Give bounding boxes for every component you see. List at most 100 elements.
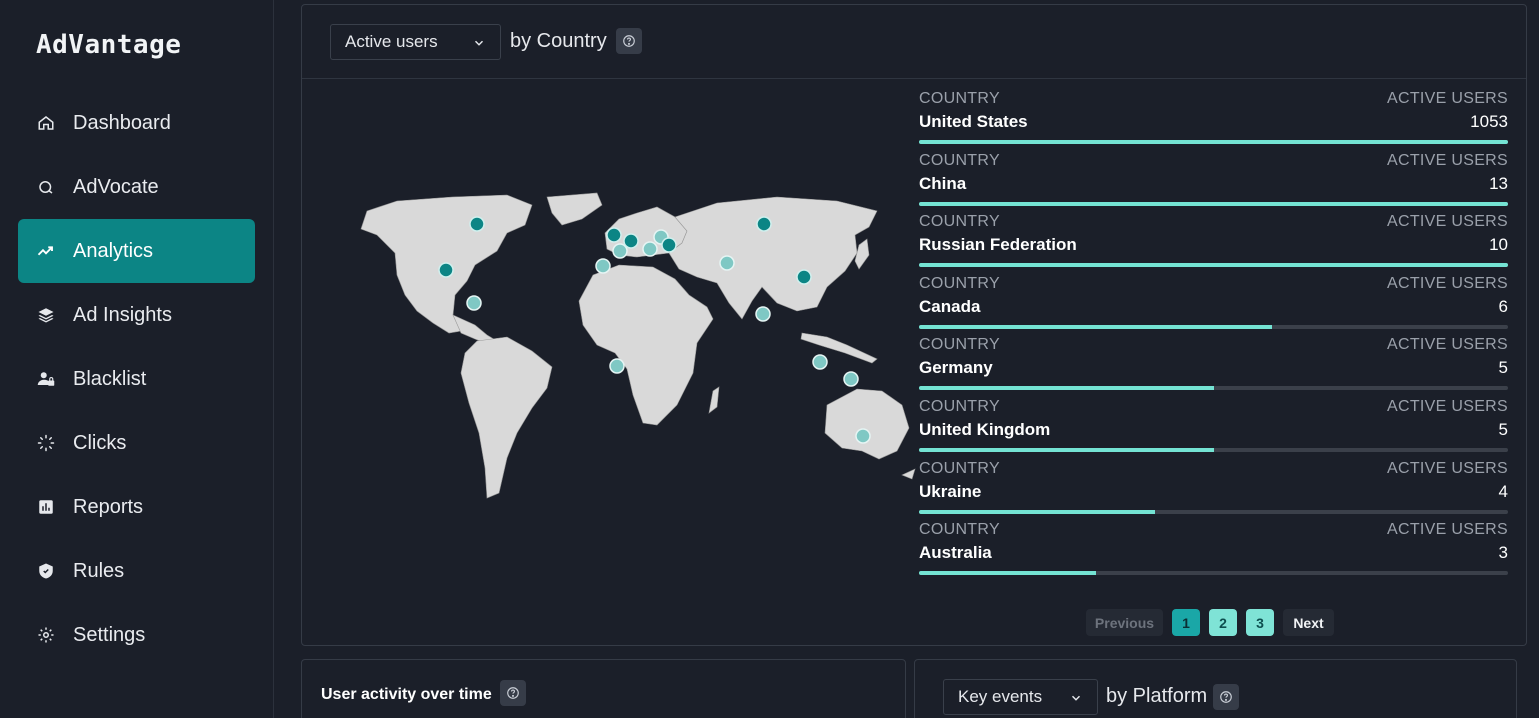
next-page-button[interactable]: Next [1283, 609, 1334, 636]
south-america-shape [460, 336, 553, 499]
metric-value: 4 [1498, 481, 1508, 501]
country-column-label: COUNTRY [919, 459, 1000, 477]
chevron-down-icon [474, 40, 484, 46]
row-header: COUNTRY ACTIVE USERS [919, 521, 1508, 542]
marker-nigeria [609, 358, 625, 374]
help-button[interactable] [500, 680, 526, 706]
progress-fill [919, 140, 1508, 144]
asia-shape [668, 196, 878, 320]
metric-column-label: ACTIVE USERS [1387, 521, 1508, 539]
sidebar-item-label: Blacklist [73, 367, 147, 390]
metric-column-label: ACTIVE USERS [1387, 397, 1508, 415]
sidebar-item-clicks[interactable]: Clicks [18, 411, 255, 475]
country-column-label: COUNTRY [919, 521, 1000, 539]
sidebar-item-reports[interactable]: Reports [18, 475, 255, 539]
country-column-label: COUNTRY [919, 336, 1000, 354]
madagascar-shape [708, 386, 720, 414]
row-header: COUNTRY ACTIVE USERS [919, 460, 1508, 481]
user-activity-card: User activity over time [301, 659, 906, 718]
marker-cuba [466, 295, 482, 311]
metric-column-label: ACTIVE USERS [1387, 90, 1508, 107]
help-button[interactable] [616, 28, 642, 54]
question-icon [1220, 691, 1232, 703]
marker-france [612, 243, 628, 259]
progress-fill [919, 263, 1508, 268]
progress-bar [919, 447, 1508, 452]
new-zealand-shape [901, 468, 916, 480]
country-column-label: COUNTRY [919, 274, 1000, 292]
page-3-button[interactable]: 3 [1246, 609, 1274, 636]
card-title: User activity over time [321, 686, 492, 703]
page-2-button[interactable]: 2 [1209, 609, 1237, 636]
question-icon [507, 687, 519, 699]
indonesia-shape [800, 332, 878, 364]
progress-fill [919, 571, 1096, 576]
marker-canada [469, 216, 485, 232]
greenland-shape [546, 192, 603, 226]
marker-singapore [812, 354, 828, 370]
row-values: United Kingdom 5 [919, 420, 1508, 444]
japan-shape [854, 238, 870, 270]
row-values: Ukraine 4 [919, 482, 1508, 506]
country-name: Russian Federation [919, 235, 1077, 255]
progress-fill [919, 509, 1155, 514]
sidebar: AdVantage Dashboard AdVocate Analytics A… [0, 0, 274, 718]
page-1-button[interactable]: 1 [1172, 609, 1200, 636]
row-values: United States 1053 [919, 112, 1508, 136]
sidebar-item-settings[interactable]: Settings [18, 603, 255, 667]
spinner-icon [36, 433, 56, 453]
country-row: COUNTRY ACTIVE USERS Germany 5 [919, 336, 1508, 398]
sidebar-item-label: Ad Insights [73, 303, 172, 326]
africa-shape [578, 264, 714, 426]
country-column-label: COUNTRY [919, 90, 1000, 107]
progress-fill [919, 386, 1214, 391]
sidebar-item-ad-insights[interactable]: Ad Insights [18, 283, 255, 347]
sidebar-item-analytics[interactable]: Analytics [18, 219, 255, 283]
metric-value: 5 [1498, 419, 1508, 439]
metric-column-label: ACTIVE USERS [1387, 336, 1508, 354]
row-values: Russian Federation 10 [919, 235, 1508, 259]
sidebar-item-advocate[interactable]: AdVocate [18, 155, 255, 219]
app-logo[interactable]: AdVantage [36, 30, 181, 60]
progress-bar [919, 509, 1508, 514]
progress-bar [919, 386, 1508, 391]
metric-select[interactable]: Active users [330, 24, 501, 60]
sidebar-item-label: Dashboard [73, 111, 171, 134]
sidebar-item-rules[interactable]: Rules [18, 539, 255, 603]
sidebar-item-label: Rules [73, 559, 125, 582]
row-header: COUNTRY ACTIVE USERS [919, 152, 1508, 173]
progress-bar [919, 201, 1508, 206]
chevron-down-icon [1071, 695, 1081, 701]
country-name: United States [919, 112, 1028, 131]
marker-china [796, 269, 812, 285]
metric-value: 13 [1489, 173, 1508, 193]
row-header: COUNTRY ACTIVE USERS [919, 90, 1508, 111]
marker-iran [719, 255, 735, 271]
country-column-label: COUNTRY [919, 213, 1000, 231]
country-name: China [919, 173, 967, 193]
marker-united-states [438, 262, 454, 278]
sidebar-nav: Dashboard AdVocate Analytics Ad Insights… [18, 91, 255, 667]
progress-bar [919, 324, 1508, 329]
country-row: COUNTRY ACTIVE USERS China 13 [919, 152, 1508, 214]
row-header: COUNTRY ACTIVE USERS [919, 213, 1508, 234]
marker-india [755, 306, 771, 322]
sidebar-item-label: Clicks [73, 431, 127, 454]
help-button[interactable] [1213, 684, 1239, 710]
platform-metric-select[interactable]: Key events [943, 679, 1098, 715]
metric-column-label: ACTIVE USERS [1387, 213, 1508, 231]
sidebar-item-blacklist[interactable]: Blacklist [18, 347, 255, 411]
country-column-label: COUNTRY [919, 397, 1000, 415]
metric-column-label: ACTIVE USERS [1387, 151, 1508, 169]
sidebar-item-dashboard[interactable]: Dashboard [18, 91, 255, 155]
sidebar-item-label: Analytics [73, 239, 154, 262]
country-row: COUNTRY ACTIVE USERS Ukraine 4 [919, 460, 1508, 522]
chat-icon [36, 177, 56, 197]
progress-fill [919, 201, 1508, 206]
country-name: Germany [919, 358, 993, 378]
previous-page-button[interactable]: Previous [1086, 609, 1163, 636]
sidebar-item-label: Settings [73, 623, 146, 646]
user-lock-icon [36, 369, 56, 389]
shield-icon [36, 561, 56, 581]
metric-value: 3 [1498, 543, 1508, 563]
